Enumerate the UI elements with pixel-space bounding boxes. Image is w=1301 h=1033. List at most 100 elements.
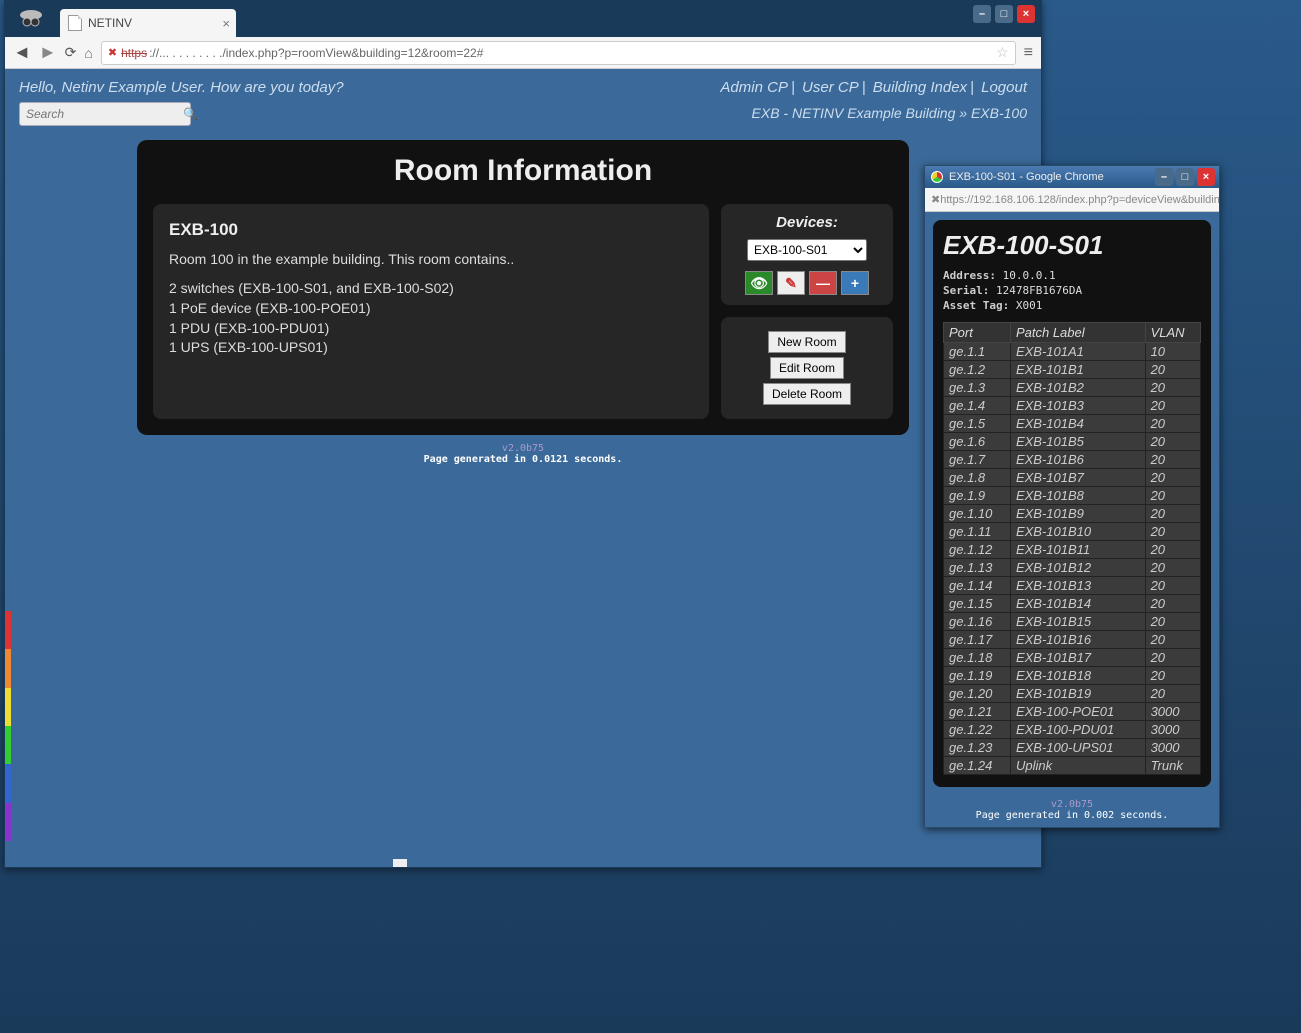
edit-device-icon[interactable]: ✎ (777, 271, 805, 295)
table-row[interactable]: ge.1.22EXB-100-PDU013000 (944, 720, 1201, 738)
addr-value: 10.0.0.1 (1003, 269, 1056, 282)
window-minimize-button[interactable]: – (973, 5, 991, 23)
building-index-link[interactable]: Building Index (873, 79, 967, 96)
table-row[interactable]: ge.1.23EXB-100-UPS013000 (944, 738, 1201, 756)
table-row[interactable]: ge.1.12EXB-101B1120 (944, 540, 1201, 558)
table-row[interactable]: ge.1.10EXB-101B920 (944, 504, 1201, 522)
admin-cp-link[interactable]: Admin CP (720, 79, 788, 96)
search-icon[interactable]: 🔍 (183, 107, 198, 121)
device-action-icons: 👁 ✎ — + (733, 271, 881, 295)
chrome-icon (931, 171, 943, 183)
table-row[interactable]: ge.1.13EXB-101B1220 (944, 558, 1201, 576)
devices-heading: Devices: (733, 214, 881, 231)
cell-port: ge.1.17 (944, 630, 1011, 648)
greeting-text: Hello, Netinv Example User. How are you … (19, 79, 344, 96)
room-info-box: EXB-100 Room 100 in the example building… (153, 204, 709, 419)
device-select[interactable]: EXB-100-S01 (747, 239, 867, 261)
cell-vlan: 20 (1145, 378, 1200, 396)
popup-address-bar[interactable]: ✖ https ://192.168.106.128/index.php?p=d… (925, 188, 1219, 212)
table-row[interactable]: ge.1.8EXB-101B720 (944, 468, 1201, 486)
edit-room-button[interactable]: Edit Room (770, 357, 844, 379)
table-row[interactable]: ge.1.19EXB-101B1820 (944, 666, 1201, 684)
cell-vlan: 20 (1145, 486, 1200, 504)
cell-patch: EXB-101A1 (1010, 342, 1145, 360)
table-row[interactable]: ge.1.14EXB-101B1320 (944, 576, 1201, 594)
https-strike: https (121, 46, 147, 60)
breadcrumb-sep: » (959, 105, 967, 121)
window-maximize-button[interactable]: □ (995, 5, 1013, 23)
cell-port: ge.1.9 (944, 486, 1011, 504)
cell-vlan: 20 (1145, 468, 1200, 486)
back-button[interactable]: ◄ (13, 42, 31, 63)
table-row[interactable]: ge.1.2EXB-101B120 (944, 360, 1201, 378)
taskbar-hint (393, 859, 407, 867)
table-row[interactable]: ge.1.16EXB-101B1520 (944, 612, 1201, 630)
tab-close-icon[interactable]: × (222, 16, 230, 31)
home-button[interactable]: ⌂ (84, 45, 92, 61)
view-device-icon[interactable]: 👁 (745, 271, 773, 295)
popup-close-button[interactable]: × (1197, 168, 1215, 186)
reload-button[interactable]: ⟳ (65, 44, 77, 61)
logout-link[interactable]: Logout (981, 79, 1027, 96)
table-row[interactable]: ge.1.15EXB-101B1420 (944, 594, 1201, 612)
cell-vlan: 20 (1145, 558, 1200, 576)
table-row[interactable]: ge.1.1EXB-101A110 (944, 342, 1201, 360)
popup-title: EXB-100-S01 - Google Chrome (949, 171, 1104, 183)
delete-room-button[interactable]: Delete Room (763, 383, 851, 405)
cell-vlan: 3000 (1145, 720, 1200, 738)
chrome-menu-button[interactable]: ≡ (1024, 44, 1033, 62)
window-close-button[interactable]: × (1017, 5, 1035, 23)
table-row[interactable]: ge.1.5EXB-101B420 (944, 414, 1201, 432)
table-row[interactable]: ge.1.3EXB-101B220 (944, 378, 1201, 396)
new-room-button[interactable]: New Room (768, 331, 845, 353)
cell-vlan: 20 (1145, 594, 1200, 612)
room-line-3: 1 UPS (EXB-100-UPS01) (169, 338, 693, 358)
address-bar[interactable]: ✖ https ://... . . . . . . . ./index.php… (101, 41, 1016, 65)
add-device-icon[interactable]: + (841, 271, 869, 295)
popup-titlebar[interactable]: EXB-100-S01 - Google Chrome – □ × (925, 166, 1219, 188)
cell-vlan: 10 (1145, 342, 1200, 360)
table-row[interactable]: ge.1.18EXB-101B1720 (944, 648, 1201, 666)
cell-patch: EXB-101B18 (1010, 666, 1145, 684)
col-patch: Patch Label (1010, 322, 1145, 342)
cell-vlan: 3000 (1145, 738, 1200, 756)
room-actions-box: New Room Edit Room Delete Room (721, 317, 893, 419)
search-input[interactable] (26, 107, 183, 121)
cell-patch: EXB-101B8 (1010, 486, 1145, 504)
table-row[interactable]: ge.1.4EXB-101B320 (944, 396, 1201, 414)
popup-minimize-button[interactable]: – (1155, 168, 1173, 186)
incognito-icon (17, 7, 47, 31)
table-row[interactable]: ge.1.21EXB-100-POE013000 (944, 702, 1201, 720)
delete-device-icon[interactable]: — (809, 271, 837, 295)
popup-ssl-warning-icon: ✖ (931, 193, 940, 206)
cell-vlan: 20 (1145, 414, 1200, 432)
cell-vlan: 3000 (1145, 702, 1200, 720)
table-row[interactable]: ge.1.6EXB-101B520 (944, 432, 1201, 450)
port-table: Port Patch Label VLAN ge.1.1EXB-101A110g… (943, 322, 1201, 775)
cell-port: ge.1.24 (944, 756, 1011, 774)
forward-button[interactable]: ► (39, 42, 57, 63)
cell-patch: EXB-101B11 (1010, 540, 1145, 558)
table-row[interactable]: ge.1.24UplinkTrunk (944, 756, 1201, 774)
user-cp-link[interactable]: User CP (802, 79, 859, 96)
popup-maximize-button[interactable]: □ (1176, 168, 1194, 186)
table-row[interactable]: ge.1.7EXB-101B620 (944, 450, 1201, 468)
rainbow-edge (5, 611, 11, 841)
main-browser-window: NETINV × – □ × ◄ ► ⟳ ⌂ ✖ https ://... . … (4, 0, 1042, 868)
bookmark-star-icon[interactable]: ☆ (996, 44, 1009, 61)
search-box[interactable]: 🔍 (19, 102, 191, 126)
cell-patch: EXB-101B19 (1010, 684, 1145, 702)
table-row[interactable]: ge.1.11EXB-101B1020 (944, 522, 1201, 540)
cell-port: ge.1.16 (944, 612, 1011, 630)
tab-title: NETINV (88, 16, 132, 30)
room-description: Room 100 in the example building. This r… (169, 250, 693, 270)
cell-patch: EXB-101B3 (1010, 396, 1145, 414)
table-row[interactable]: ge.1.9EXB-101B820 (944, 486, 1201, 504)
browser-tab[interactable]: NETINV × (60, 9, 236, 37)
table-row[interactable]: ge.1.17EXB-101B1620 (944, 630, 1201, 648)
cell-patch: EXB-100-UPS01 (1010, 738, 1145, 756)
cell-vlan: 20 (1145, 432, 1200, 450)
table-row[interactable]: ge.1.20EXB-101B1920 (944, 684, 1201, 702)
cell-vlan: 20 (1145, 612, 1200, 630)
breadcrumb-building[interactable]: EXB - NETINV Example Building (752, 105, 956, 121)
